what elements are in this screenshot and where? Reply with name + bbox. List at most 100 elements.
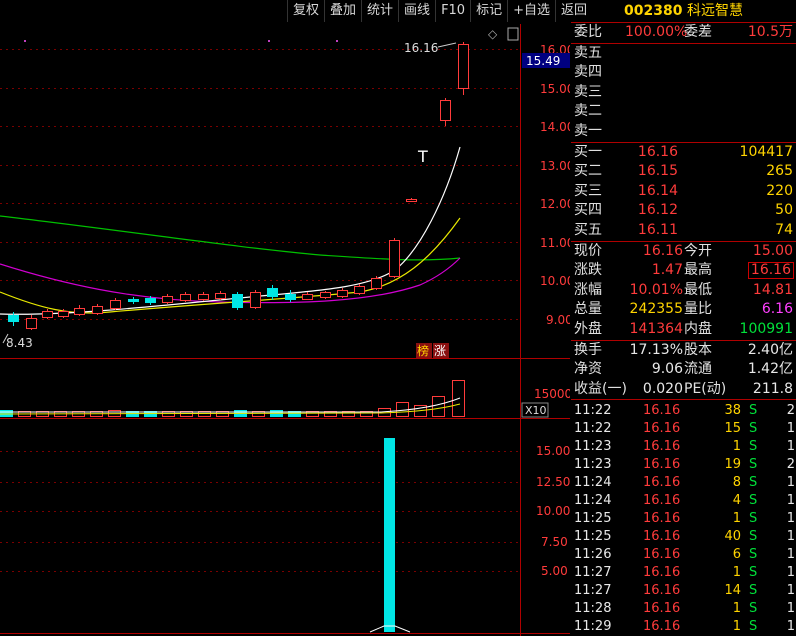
tick-row: 11:23 16.16 1 S 1 (574, 439, 795, 455)
candle (26, 315, 37, 330)
indicator-tick: 7.50 (541, 535, 568, 549)
tick-row: 11:26 16.16 6 S 1 (574, 547, 795, 563)
candle (162, 294, 173, 304)
sell-level[interactable]: 卖四 (571, 63, 796, 83)
f10-button[interactable]: F10 (435, 0, 471, 22)
tick-row: 11:22 16.16 38 S 2 (574, 403, 795, 419)
stock-title: 002380 科远智慧 (571, 0, 796, 22)
candle (198, 292, 209, 301)
tick-row: 11:29 16.16 1 S 1 (574, 619, 795, 635)
tick-row: 11:24 16.16 8 S 1 (574, 475, 795, 491)
overlay-button[interactable]: 叠加 (324, 0, 362, 22)
diamond-icon[interactable]: ◇ (488, 27, 498, 41)
price-axis: 16.00 15.00 14.00 13.00 12.00 11.00 10.0… (540, 43, 570, 327)
high-price-label: 16.16 (404, 41, 438, 55)
tick-row: 11:25 16.16 1 S 1 (574, 511, 795, 527)
weibi-value: 100.00% (625, 24, 688, 40)
weibi-label: 委比 (574, 24, 602, 40)
sell-level[interactable]: 卖五 (571, 44, 796, 64)
chart-area[interactable]: 16.00 15.00 14.00 13.00 12.00 11.00 10.0… (0, 0, 593, 636)
t-marker: T (417, 147, 428, 166)
moving-average-lines (0, 146, 461, 315)
candle (371, 276, 382, 290)
buy-level[interactable]: 买五 16.11 74 (571, 221, 796, 241)
indicator-tick: 5.00 (541, 564, 568, 578)
volume-bar (432, 396, 445, 417)
draw-line-button[interactable]: 画线 (398, 0, 436, 22)
high-pointer (437, 42, 457, 48)
stock-name: 科远智慧 (686, 3, 743, 19)
mark-button[interactable]: 标记 (470, 0, 508, 22)
price-tick: 11.00 (540, 236, 570, 250)
add-watchlist-button[interactable]: +自选 (507, 0, 556, 22)
candle (215, 291, 226, 300)
fundamentals-block: 换手 17.13% 股本 2.40亿 净资 9.06 流通 1.42亿 收益(一) 0.020… (571, 339, 796, 400)
candle (92, 304, 103, 315)
buy-book: 买一 16.16 104417 买二 16.15 265 买三 16.14 220 买四 16… (571, 141, 796, 241)
candle (232, 292, 243, 310)
candle (389, 238, 400, 278)
tick-list[interactable]: 11:22 16.16 38 S 2 11:22 16.16 15 S 1 11:23 16.16… (571, 399, 796, 636)
price-tick: 13.00 (540, 159, 570, 173)
panel-toggle-icon[interactable] (507, 27, 519, 41)
buy-level[interactable]: 买一 16.16 104417 (571, 143, 796, 163)
quote-panel: 002380 科远智慧 委比 100.00% 委差 10.5万 卖五 卖四 卖三… (571, 0, 796, 636)
candle (267, 285, 278, 300)
weicha-label: 委差 (684, 24, 712, 40)
candle (440, 98, 451, 126)
buy-level[interactable]: 买三 16.14 220 (571, 182, 796, 202)
fund-row: 换手 17.13% 股本 2.40亿 (574, 341, 793, 358)
volume-axis-label: 15000 (534, 387, 570, 401)
candle (285, 290, 296, 302)
volume-unit: X10 (525, 404, 547, 417)
bang-tag[interactable]: 榜 (417, 343, 429, 358)
candle (302, 292, 313, 300)
stat-row: 涨跌 1.47 最高 16.16 (571, 261, 796, 281)
zhang-tag[interactable]: 涨 (434, 343, 446, 358)
candle (180, 292, 191, 302)
stat-row: 总量 242355 量比 6.16 (574, 301, 793, 318)
sell-level[interactable]: 卖一 (571, 122, 796, 142)
candle (406, 198, 417, 202)
candle (458, 42, 469, 95)
stat-row: 涨幅 10.01% 最低 14.81 (574, 281, 793, 298)
sell-book: 卖五 卖四 卖三 卖二 卖一 (571, 42, 796, 142)
tick-row: 11:27 16.16 1 S 1 (574, 565, 795, 581)
candle (320, 291, 331, 299)
current-price-label: 15.49 (526, 54, 560, 68)
tick-row: 11:25 16.16 40 S 1 (574, 529, 795, 545)
indicator-tick: 10.00 (536, 504, 570, 518)
indicator-spike-bar (384, 438, 395, 632)
weibi-row: 委比 100.00% 委差 10.5万 (571, 22, 796, 43)
sell-level[interactable]: 卖二 (571, 102, 796, 122)
candlesticks (8, 42, 469, 330)
candle (74, 305, 85, 316)
indicator-axis: 15.00 12.50 10.00 7.50 5.00 (536, 444, 570, 578)
sell-level[interactable]: 卖三 (571, 83, 796, 103)
stat-row: 外盘 141364 内盘 100991 (574, 320, 793, 337)
candle (354, 284, 365, 295)
tick-row: 11:22 16.16 15 S 1 (574, 421, 795, 437)
buy-level[interactable]: 买四 16.12 50 (571, 201, 796, 221)
weicha-value: 10.5万 (747, 24, 793, 40)
tick-row: 11:27 16.16 14 S 1 (574, 583, 795, 599)
candle (250, 290, 261, 309)
kline-chart[interactable]: 16.00 15.00 14.00 13.00 12.00 11.00 10.0… (0, 0, 570, 636)
indicator-tick: 15.00 (536, 444, 570, 458)
tick-row: 11:28 16.16 1 S 1 (574, 601, 795, 617)
price-tick: 10.00 (540, 274, 570, 288)
fund-row: 收益(一) 0.020 PE(动) 211.8 (574, 380, 793, 397)
low-price-label: 8.43 (6, 336, 33, 350)
fuquan-button[interactable]: 复权 (287, 0, 325, 22)
candle (128, 297, 139, 304)
fund-row: 净资 9.06 流通 1.42亿 (574, 361, 793, 378)
price-tick: 12.00 (540, 197, 570, 211)
buy-level[interactable]: 买二 16.15 265 (571, 162, 796, 182)
tick-row: 11:23 16.16 19 S 2 (574, 457, 795, 473)
toolbar: 复权 叠加 统计 画线 F10 标记 +自选 返回 (287, 0, 593, 23)
stat-row: 现价 16.16 今开 15.00 (574, 242, 793, 259)
candle (337, 288, 348, 298)
stats-button[interactable]: 统计 (361, 0, 399, 22)
price-tick: 14.00 (540, 120, 570, 134)
stats-block: 现价 16.16 今开 15.00 涨跌 1.47 最高 16.16 涨幅 10.01% 最低 1… (571, 240, 796, 340)
